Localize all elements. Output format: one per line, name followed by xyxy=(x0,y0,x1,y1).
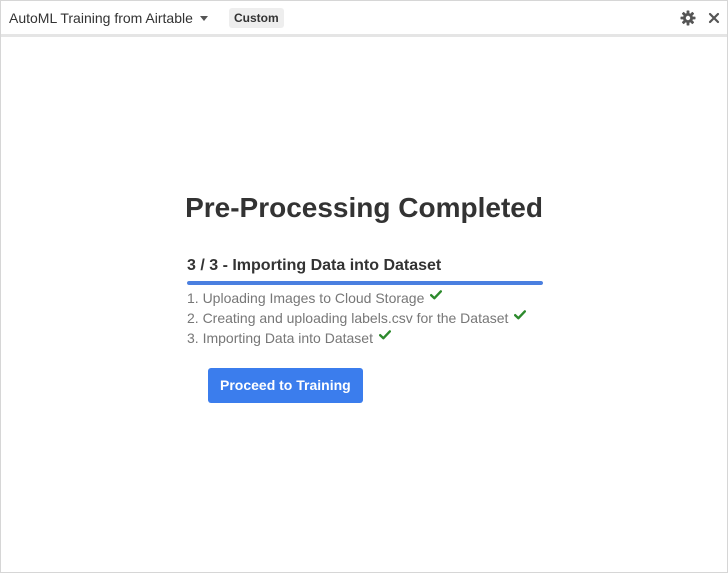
caret-down-icon xyxy=(199,15,208,21)
check-icon xyxy=(430,285,443,305)
step-list: 1. Uploading Images to Cloud Storage 2. … xyxy=(187,288,527,348)
gear-icon[interactable] xyxy=(680,10,696,26)
step-label: 2. Creating and uploading labels.csv for… xyxy=(187,310,509,326)
step-label: 1. Uploading Images to Cloud Storage xyxy=(187,290,425,306)
check-icon xyxy=(514,305,527,325)
proceed-to-training-button[interactable]: Proceed to Training xyxy=(208,368,363,403)
close-icon[interactable] xyxy=(706,10,722,26)
titlebar: AutoML Training from Airtable Custom xyxy=(1,1,727,37)
step-label: 3. Importing Data into Dataset xyxy=(187,330,373,346)
app-window: AutoML Training from Airtable Custom Pre… xyxy=(0,0,728,573)
progress-fill xyxy=(187,281,543,285)
app-title: AutoML Training from Airtable xyxy=(9,10,193,26)
step-item: 2. Creating and uploading labels.csv for… xyxy=(187,305,527,328)
progress-bar xyxy=(187,281,543,285)
step-item: 1. Uploading Images to Cloud Storage xyxy=(187,288,526,308)
check-icon xyxy=(379,325,391,345)
page-title: Pre-Processing Completed xyxy=(185,192,543,223)
custom-badge: Custom xyxy=(229,8,284,28)
main-content: Pre-Processing Completed 3 / 3 - Importi… xyxy=(1,40,727,572)
step-item: 3. Importing Data into Dataset xyxy=(187,328,526,348)
step-title: 3 / 3 - Importing Data into Dataset xyxy=(187,257,442,274)
app-title-dropdown[interactable]: AutoML Training from Airtable xyxy=(9,9,208,27)
